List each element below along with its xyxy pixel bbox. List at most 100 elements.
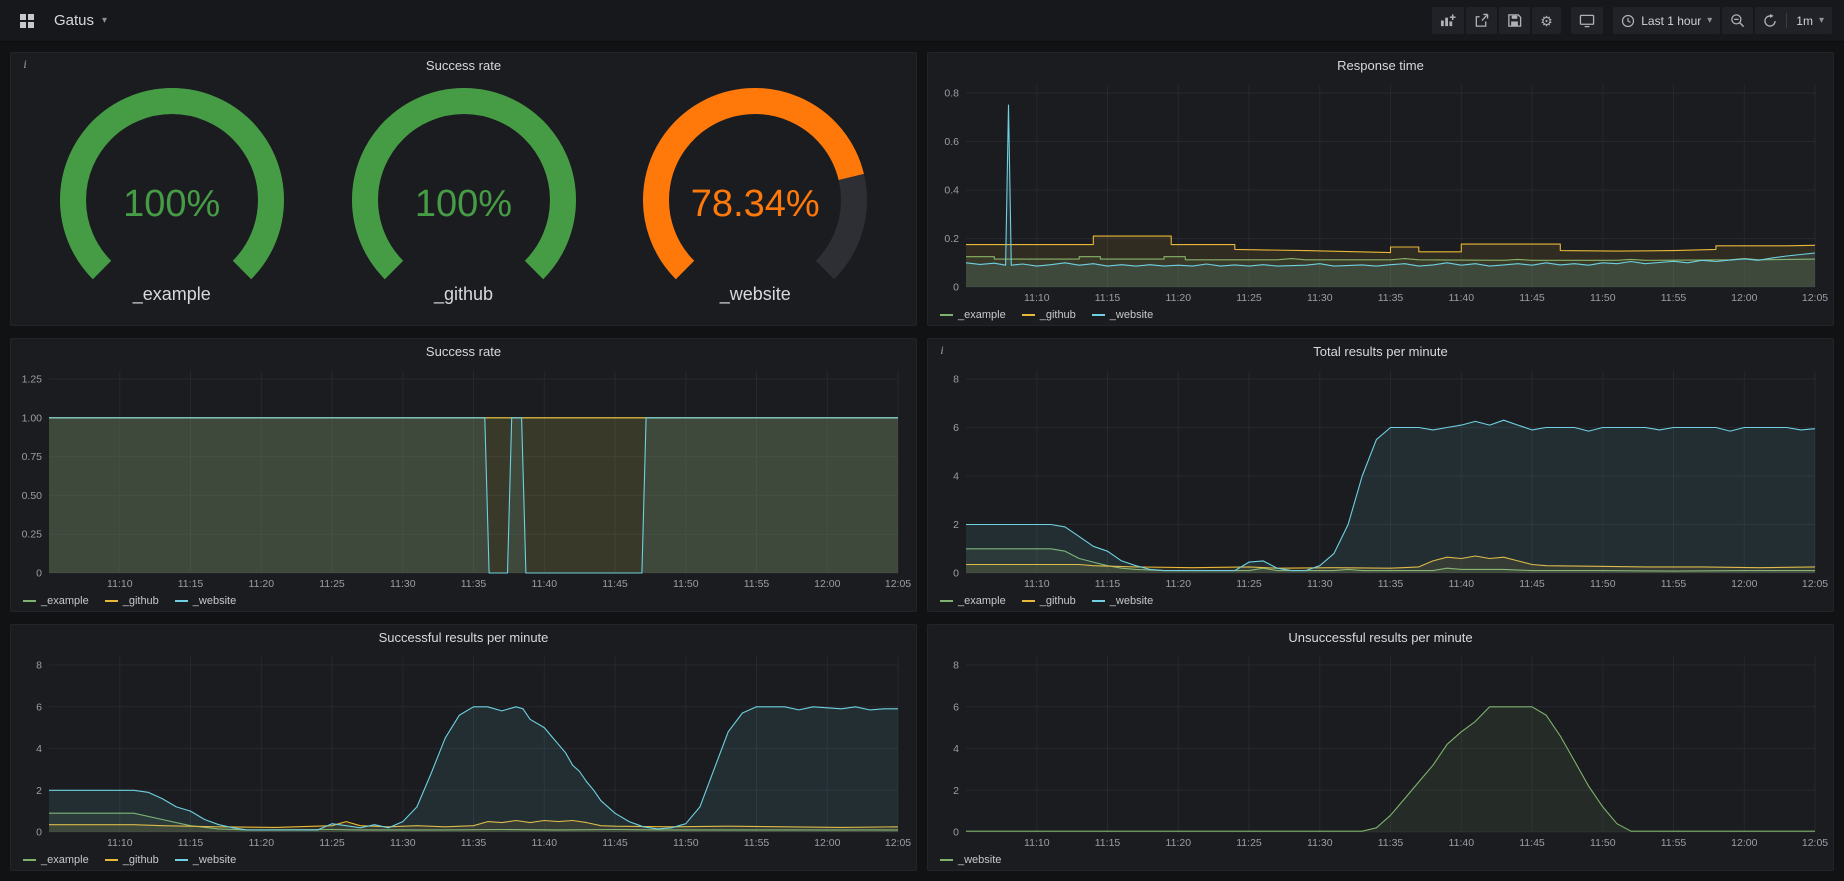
svg-text:0.6: 0.6	[944, 136, 959, 148]
success-rate-chart[interactable]: 00.250.500.751.001.2511:1011:1511:2011:2…	[11, 365, 916, 591]
legend-item-_example[interactable]: _example	[940, 595, 1006, 607]
time-range-picker-button[interactable]: Last 1 hour ▾	[1613, 7, 1720, 34]
svg-text:11:45: 11:45	[602, 837, 628, 849]
panel-title[interactable]: Success rate	[11, 339, 916, 365]
svg-text:8: 8	[953, 660, 959, 672]
refresh-button[interactable]: 1m ▾	[1755, 7, 1832, 34]
svg-text:11:15: 11:15	[178, 837, 204, 849]
svg-text:11:20: 11:20	[249, 578, 275, 590]
svg-text:11:35: 11:35	[461, 837, 487, 849]
legend-item-_website[interactable]: _website	[175, 595, 236, 607]
svg-text:11:50: 11:50	[1590, 837, 1616, 849]
grafana-menu-button[interactable]	[12, 6, 42, 36]
svg-text:11:55: 11:55	[1661, 837, 1687, 849]
panel-successful-results: Successful results per minute 0246811:10…	[10, 624, 917, 871]
svg-text:0: 0	[953, 827, 959, 839]
panel-title[interactable]: Unsuccessful results per minute	[928, 625, 1833, 651]
svg-text:11:55: 11:55	[744, 578, 770, 590]
legend-item-_github[interactable]: _github	[1022, 595, 1076, 607]
gauge-value: 78.34%	[624, 183, 886, 226]
svg-text:6: 6	[36, 701, 42, 713]
share-dashboard-button[interactable]	[1466, 7, 1497, 34]
legend: _example _github _website	[11, 850, 916, 870]
zoom-out-time-button[interactable]	[1722, 7, 1753, 34]
cycle-view-mode-button[interactable]	[1571, 7, 1603, 34]
legend-item-_example[interactable]: _example	[23, 595, 89, 607]
panel-total-results: i Total results per minute 0246811:1011:…	[927, 338, 1834, 612]
tv-monitor-icon	[1579, 13, 1595, 28]
panel-title[interactable]: Successful results per minute	[11, 625, 916, 651]
save-icon	[1507, 13, 1522, 28]
chart-svg[interactable]: 0246811:1011:1511:2011:2511:3011:3511:40…	[928, 365, 1833, 591]
legend-item-_website[interactable]: _website	[1092, 595, 1153, 607]
legend-item-_github[interactable]: _github	[105, 595, 159, 607]
legend-item-_github[interactable]: _github	[105, 854, 159, 866]
svg-text:0.25: 0.25	[22, 529, 43, 541]
gauge-label: _example	[41, 284, 303, 305]
legend-item-_website[interactable]: _website	[1092, 309, 1153, 321]
svg-text:11:35: 11:35	[1378, 578, 1404, 590]
chevron-down-icon: ▾	[102, 16, 107, 26]
chart-svg[interactable]: 0246811:1011:1511:2011:2511:3011:3511:40…	[928, 651, 1833, 850]
save-dashboard-button[interactable]	[1499, 7, 1530, 34]
info-icon[interactable]: i	[18, 57, 32, 73]
svg-text:11:45: 11:45	[1519, 578, 1545, 590]
panel-title[interactable]: Total results per minute	[928, 339, 1833, 365]
total-results-chart[interactable]: 0246811:1011:1511:2011:2511:3011:3511:40…	[928, 365, 1833, 591]
add-panel-button[interactable]	[1432, 7, 1464, 34]
svg-text:11:20: 11:20	[249, 837, 275, 849]
chart-svg[interactable]: 00.250.500.751.001.2511:1011:1511:2011:2…	[11, 365, 916, 591]
zoom-out-icon	[1730, 13, 1745, 28]
svg-text:6: 6	[953, 422, 959, 434]
legend-item-_example[interactable]: _example	[940, 309, 1006, 321]
gauges-row: 100% _example 100% _github 78.34% _websi…	[11, 79, 916, 325]
svg-text:11:30: 11:30	[1307, 837, 1333, 849]
svg-text:0: 0	[36, 827, 42, 839]
svg-text:11:25: 11:25	[1236, 578, 1262, 590]
svg-text:0.50: 0.50	[22, 490, 43, 502]
svg-text:0: 0	[953, 568, 959, 580]
response-time-chart[interactable]: 00.20.40.60.811:1011:1511:2011:2511:3011…	[928, 79, 1833, 305]
svg-text:11:25: 11:25	[1236, 837, 1262, 849]
successful-results-chart[interactable]: 0246811:1011:1511:2011:2511:3011:3511:40…	[11, 651, 916, 850]
svg-text:11:50: 11:50	[673, 578, 699, 590]
info-icon[interactable]: i	[935, 343, 949, 359]
svg-text:11:30: 11:30	[390, 578, 416, 590]
svg-text:11:15: 11:15	[1095, 578, 1121, 590]
chart-svg[interactable]: 00.20.40.60.811:1011:1511:2011:2511:3011…	[928, 79, 1833, 305]
svg-text:1.00: 1.00	[22, 412, 43, 424]
svg-text:11:45: 11:45	[1519, 837, 1545, 849]
legend-color-dash	[23, 600, 36, 602]
gauge-github: 100% _github	[333, 87, 595, 305]
legend-item-_website[interactable]: _website	[940, 854, 1001, 866]
dashboard-title[interactable]: Gatus ▾	[54, 12, 107, 29]
svg-text:0.75: 0.75	[22, 451, 43, 463]
svg-text:4: 4	[36, 743, 42, 755]
svg-text:0.2: 0.2	[944, 233, 959, 245]
svg-text:0.4: 0.4	[944, 185, 959, 197]
dashboard-settings-button[interactable]: ⚙	[1532, 7, 1561, 34]
chevron-down-icon: ▾	[1819, 16, 1824, 26]
svg-text:11:30: 11:30	[1307, 292, 1333, 304]
svg-text:12:05: 12:05	[1802, 292, 1828, 304]
svg-text:11:45: 11:45	[602, 578, 628, 590]
svg-text:11:20: 11:20	[1166, 292, 1192, 304]
svg-text:12:00: 12:00	[814, 578, 840, 590]
button-divider	[1786, 13, 1787, 28]
legend-item-_github[interactable]: _github	[1022, 309, 1076, 321]
svg-text:11:35: 11:35	[461, 578, 487, 590]
legend-item-_website[interactable]: _website	[175, 854, 236, 866]
panel-response-time: Response time 00.20.40.60.811:1011:1511:…	[927, 52, 1834, 326]
gauge-label: _website	[624, 284, 886, 305]
panel-title[interactable]: Response time	[928, 53, 1833, 79]
svg-text:12:05: 12:05	[1802, 837, 1828, 849]
svg-text:12:05: 12:05	[1802, 578, 1828, 590]
unsuccessful-results-chart[interactable]: 0246811:1011:1511:2011:2511:3011:3511:40…	[928, 651, 1833, 850]
panel-title[interactable]: Success rate	[11, 53, 916, 79]
legend-item-_example[interactable]: _example	[23, 854, 89, 866]
svg-text:11:40: 11:40	[1449, 837, 1475, 849]
svg-text:11:15: 11:15	[1095, 292, 1121, 304]
chart-svg[interactable]: 0246811:1011:1511:2011:2511:3011:3511:40…	[11, 651, 916, 850]
svg-text:0: 0	[36, 568, 42, 580]
legend-color-dash	[1092, 600, 1105, 602]
